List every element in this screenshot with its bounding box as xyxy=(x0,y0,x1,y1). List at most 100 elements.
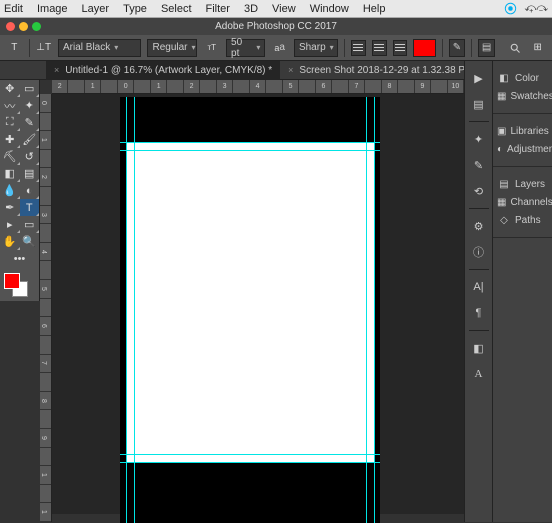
font-size-dropdown[interactable]: 50 pt▾ xyxy=(226,39,265,57)
document-canvas[interactable] xyxy=(120,97,380,523)
align-right-button[interactable] xyxy=(393,40,408,56)
path-select-tool[interactable]: ▸ xyxy=(0,216,20,233)
window-minimize-button[interactable] xyxy=(19,22,28,31)
share-export-icon[interactable]: ⊞ xyxy=(529,39,546,57)
text-orientation-icon[interactable]: ⊥T xyxy=(35,39,52,57)
dodge-tool[interactable]: ◐ xyxy=(20,182,40,199)
font-size-icon: тT xyxy=(203,39,220,57)
menu-image[interactable]: Image xyxy=(37,3,68,15)
menu-help[interactable]: Help xyxy=(363,3,386,15)
panel-color[interactable]: ◧Color xyxy=(493,69,552,87)
type-tool[interactable]: T xyxy=(20,199,40,216)
antialias-dropdown[interactable]: Sharp▾ xyxy=(294,39,338,57)
font-style-value: Regular xyxy=(152,42,187,53)
horizontal-ruler[interactable]: 21012345678910 xyxy=(52,80,464,94)
guide-vertical[interactable] xyxy=(366,97,367,523)
lasso-tool[interactable]: 〰 xyxy=(0,97,20,114)
skype-icon[interactable]: ⦿ xyxy=(504,0,516,17)
options-bar: T ⊥T Arial Black▾ Regular▾ тT 50 pt▾ aa … xyxy=(0,35,552,61)
panel-swatches[interactable]: ▦Swatches xyxy=(493,87,552,105)
menu-select[interactable]: Select xyxy=(161,3,192,15)
share-icon[interactable]: ⤽⤼ xyxy=(524,2,548,15)
guide-horizontal[interactable] xyxy=(120,142,380,143)
gradient-tool[interactable]: ▤ xyxy=(20,165,40,182)
font-style-dropdown[interactable]: Regular▾ xyxy=(147,39,197,57)
close-tab-icon[interactable]: × xyxy=(54,65,59,75)
shape-tool[interactable]: ▭ xyxy=(20,216,40,233)
quick-select-tool[interactable]: ✦ xyxy=(20,97,40,114)
panel-label: Color xyxy=(515,73,539,84)
paragraph-icon[interactable]: ¶ xyxy=(470,304,488,322)
align-left-button[interactable] xyxy=(351,40,366,56)
character-icon[interactable]: A| xyxy=(470,278,488,296)
healing-brush-tool[interactable]: ✚ xyxy=(0,131,20,148)
app-title: Adobe Photoshop CC 2017 xyxy=(215,21,337,32)
move-tool[interactable]: ✥ xyxy=(0,80,20,97)
tab-untitled[interactable]: × Untitled-1 @ 16.7% (Artwork Layer, CMY… xyxy=(46,61,280,80)
pen-tool[interactable]: ✒ xyxy=(0,199,20,216)
eyedropper-tool[interactable]: ✎ xyxy=(20,114,40,131)
panel-label: Paths xyxy=(515,215,541,226)
guide-horizontal[interactable] xyxy=(120,462,380,463)
menu-3d[interactable]: 3D xyxy=(244,3,258,15)
info-icon[interactable]: ⓘ xyxy=(470,243,488,261)
properties-icon[interactable]: ⚙ xyxy=(470,217,488,235)
crop-tool[interactable]: ⛶ xyxy=(0,114,20,131)
eraser-tool[interactable]: ◧ xyxy=(0,165,20,182)
text-color-swatch[interactable] xyxy=(413,39,435,57)
guide-vertical[interactable] xyxy=(126,97,127,523)
menu-type[interactable]: Type xyxy=(123,3,147,15)
adjustments-icon: ◐ xyxy=(497,142,503,156)
close-tab-icon[interactable]: × xyxy=(288,65,293,75)
guide-horizontal[interactable] xyxy=(120,454,380,455)
window-zoom-button[interactable] xyxy=(32,22,41,31)
more-tools[interactable]: ••• xyxy=(0,250,39,267)
tool-preset-icon[interactable]: T xyxy=(6,39,23,57)
panel-layers[interactable]: ▤Layers xyxy=(493,175,552,193)
font-family-dropdown[interactable]: Arial Black▾ xyxy=(58,39,142,57)
glyphs-icon[interactable]: A xyxy=(470,365,488,383)
panel-paths[interactable]: ◇Paths xyxy=(493,211,552,229)
align-center-button[interactable] xyxy=(372,40,387,56)
guide-horizontal[interactable] xyxy=(120,150,380,151)
guide-vertical[interactable] xyxy=(134,97,135,523)
clone-source-icon[interactable]: ⟲ xyxy=(470,182,488,200)
play-icon[interactable]: ▶ xyxy=(470,69,488,87)
character-panel-button[interactable]: ▤ xyxy=(478,39,495,57)
brush-tool[interactable]: 🖌 xyxy=(20,131,40,148)
app-titlebar: Adobe Photoshop CC 2017 xyxy=(0,18,552,35)
menu-view[interactable]: View xyxy=(272,3,296,15)
brush-settings-icon[interactable]: ✎ xyxy=(470,156,488,174)
styles-icon[interactable]: ◧ xyxy=(470,339,488,357)
panel-libraries[interactable]: ▣Libraries xyxy=(493,122,552,140)
marquee-tool[interactable]: ▭ xyxy=(20,80,40,97)
history-icon[interactable]: ▤ xyxy=(470,95,488,113)
font-size-value: 50 pt xyxy=(231,37,252,59)
blur-tool[interactable]: 💧 xyxy=(0,182,20,199)
artboard[interactable] xyxy=(126,142,374,462)
guide-vertical[interactable] xyxy=(374,97,375,523)
clone-stamp-tool[interactable]: ⛏ xyxy=(0,148,20,165)
vertical-ruler[interactable]: 012345678911 xyxy=(40,94,52,522)
swatches-icon: ▦ xyxy=(497,89,506,103)
menu-layer[interactable]: Layer xyxy=(82,3,110,15)
os-menubar: Edit Image Layer Type Select Filter 3D V… xyxy=(0,0,552,18)
warp-text-button[interactable]: ✎ xyxy=(449,39,466,57)
brushes-icon[interactable]: ✦ xyxy=(470,130,488,148)
foreground-color[interactable] xyxy=(4,273,20,289)
antialias-label: aa xyxy=(271,39,288,57)
panels-dock: ◧Color ▦Swatches ▣Libraries ◐Adjustment.… xyxy=(492,61,552,522)
search-icon[interactable] xyxy=(507,39,524,57)
channels-icon: ▦ xyxy=(497,195,506,209)
menu-edit[interactable]: Edit xyxy=(4,3,23,15)
panel-adjustments[interactable]: ◐Adjustment... xyxy=(493,140,552,158)
window-close-button[interactable] xyxy=(6,22,15,31)
menu-filter[interactable]: Filter xyxy=(206,3,230,15)
hand-tool[interactable]: ✋ xyxy=(0,233,20,250)
canvas-area[interactable] xyxy=(52,94,464,514)
zoom-tool[interactable]: 🔍 xyxy=(20,233,40,250)
history-brush-tool[interactable]: ↺ xyxy=(20,148,40,165)
menu-window[interactable]: Window xyxy=(310,3,349,15)
panel-channels[interactable]: ▦Channels xyxy=(493,193,552,211)
toolbox: ✥▭ 〰✦ ⛶✎ ✚🖌 ⛏↺ ◧▤ 💧◐ ✒T ▸▭ ✋🔍 ••• xyxy=(0,80,40,301)
